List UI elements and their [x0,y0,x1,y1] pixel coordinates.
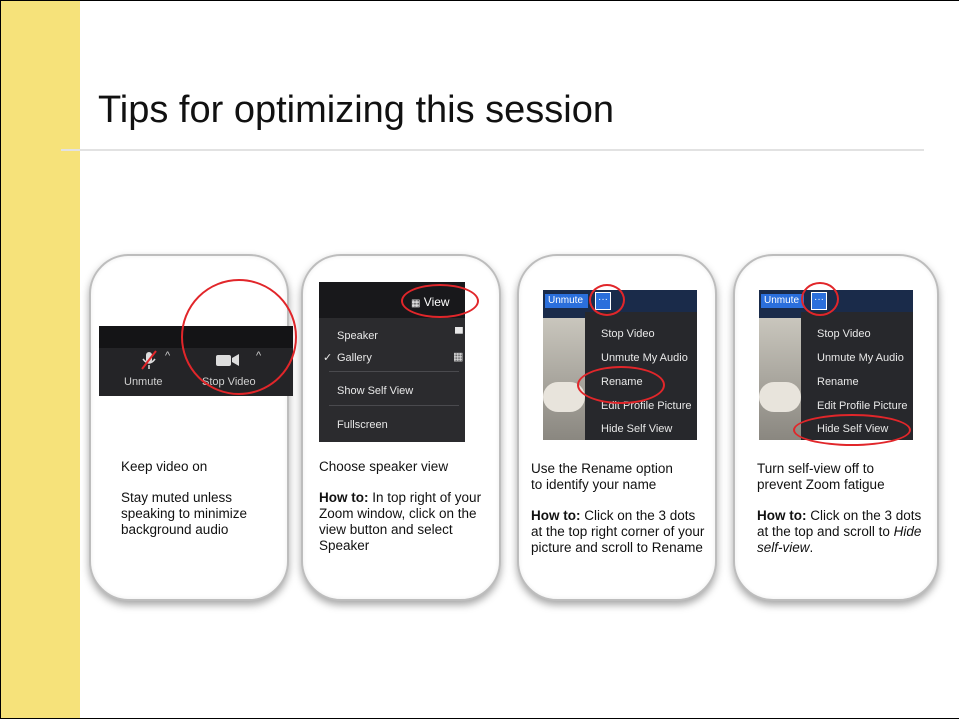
menu-item-stop-video: Stop Video [601,328,655,340]
tip-text: Choose speaker view How to: In top right… [319,459,493,569]
slide: Tips for optimizing this session ^ ^ Unm… [0,0,959,719]
tip-card-self-view: Unmute ··· Stop Video Unmute My Audio Re… [733,254,939,601]
howto-end: . [809,540,814,555]
menu-item-rename: Rename [817,376,859,388]
tip-headline: Use the Rename option to identify your n… [531,461,673,492]
title-divider [61,149,924,151]
tip-text: Use the Rename option to identify your n… [531,461,709,571]
tip-card-view: ▦ View Speaker ▀ ✓ Gallery ▦ Show Self V… [301,254,501,601]
tip-howto: How to: Click on the 3 dots at the top r… [531,508,709,556]
highlight-circle [181,279,297,395]
menu-item-stop-video: Stop Video [817,328,871,340]
muted-mic-icon [141,350,157,370]
tip-text: Keep video on Stay muted unless speaking… [121,459,281,553]
highlight-circle [801,282,839,316]
menu-item-unmute-audio: Unmute My Audio [601,352,688,364]
howto-label: How to: [531,508,581,523]
highlight-circle [589,284,625,316]
tip-card-rename: Unmute ··· Stop Video Unmute My Audio Re… [517,254,717,601]
unmute-tag: Unmute [545,294,588,308]
tip-headline: Choose speaker view [319,459,449,474]
howto-label: How to: [319,490,369,505]
highlight-circle [401,284,479,318]
highlight-circle [793,414,911,446]
menu-item-hide-self-view: Hide Self View [601,423,673,435]
tip-headline: Turn self-view off to prevent Zoom fatig… [757,461,885,492]
zoom-participant-menu-screenshot: Unmute ··· Stop Video Unmute My Audio Re… [543,290,697,440]
menu-item-fullscreen: Fullscreen [337,419,388,431]
unmute-tag: Unmute [761,294,804,308]
speaker-icon: ▀ [455,328,463,340]
highlight-circle [577,366,665,404]
menu-item-edit-picture: Edit Profile Picture [817,400,908,412]
tip-card-video: ^ ^ Unmute Stop Video Keep video on Stay… [89,254,297,601]
menu-item-unmute-audio: Unmute My Audio [817,352,904,364]
tip-text: Turn self-view off to prevent Zoom fatig… [757,461,931,571]
accent-bar [1,1,80,718]
tip-headline: Keep video on [121,459,208,474]
gallery-grid-icon: ▦ [453,351,464,363]
page-title: Tips for optimizing this session [98,89,615,131]
chevron-up-icon: ^ [165,350,171,362]
menu-item-speaker: Speaker [337,330,378,342]
menu-item-gallery: Gallery [337,352,372,364]
tip-howto: How to: In top right of your Zoom window… [319,490,493,554]
unmute-button-label: Unmute [124,376,163,388]
menu-item-show-self-view: Show Self View [337,385,414,397]
checkmark-icon: ✓ [323,352,333,364]
howto-label: How to: [757,508,807,523]
tip-howto: How to: Click on the 3 dots at the top a… [757,508,931,556]
tip-body: Stay muted unless speaking to minimize b… [121,490,248,537]
